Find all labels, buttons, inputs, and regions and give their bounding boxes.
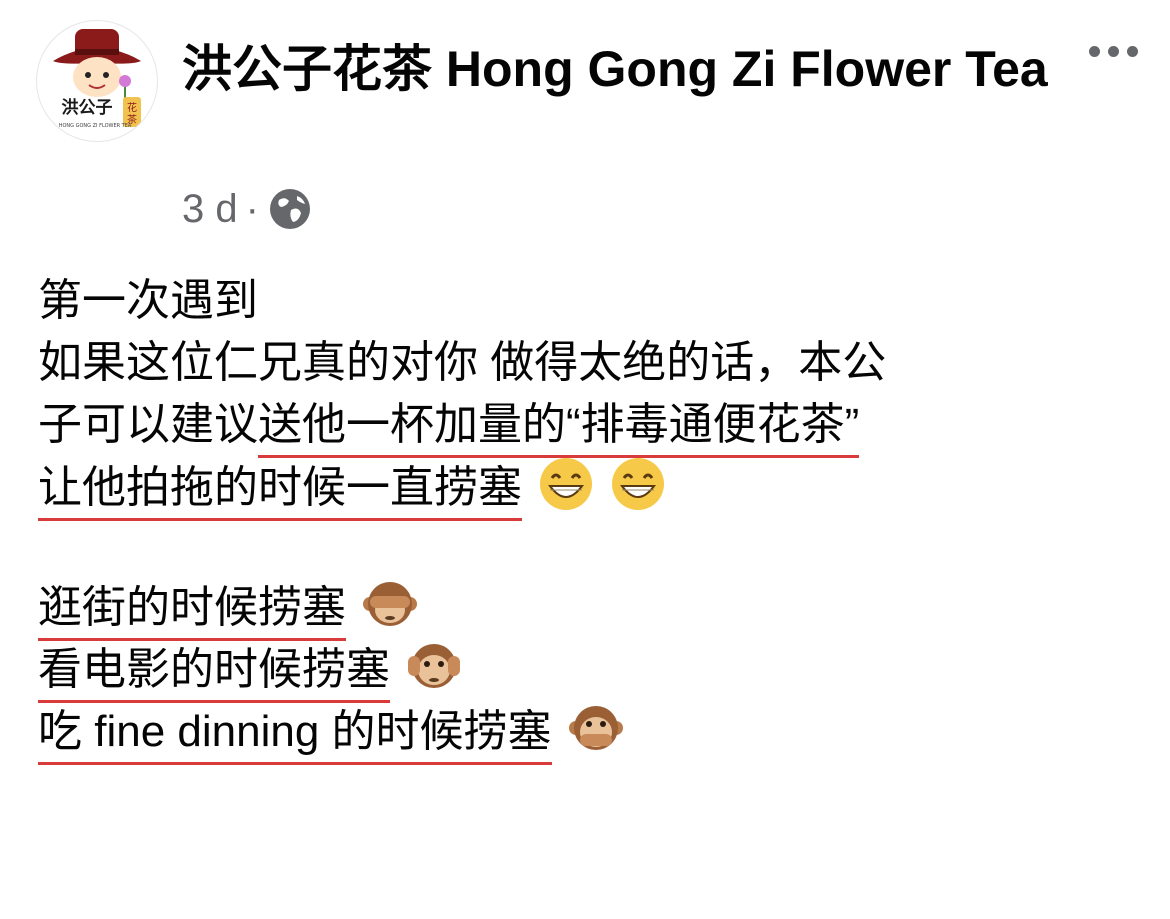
svg-text:洪公子: 洪公子	[62, 97, 113, 118]
more-options-dot	[1126, 45, 1138, 57]
more-options-icon	[1088, 45, 1100, 57]
post-timestamp[interactable]: 3 d	[182, 187, 238, 232]
meta-separator: ·	[245, 186, 259, 231]
post-line: 吃 fine dinning 的时候捞塞	[38, 700, 1138, 765]
post-line: 让他拍拖的时候一直捞塞	[38, 456, 1138, 521]
post-body: 第一次遇到 如果这位仁兄真的对你 做得太绝的话，本公 子可以建议送他一杯加量的“…	[38, 270, 1138, 765]
grinning-face-emoji	[612, 458, 665, 510]
page-name-link[interactable]: 洪公子花茶 Hong Gong Zi Flower Tea	[182, 30, 1052, 108]
svg-text:HONG GONG ZI FLOWER TEA: HONG GONG ZI FLOWER TEA	[59, 123, 132, 129]
hear-no-evil-monkey-emoji	[408, 644, 461, 688]
page-avatar[interactable]: 洪公子 花 茶 HONG GONG ZI FLOWER TEA	[36, 20, 158, 142]
globe-icon[interactable]	[267, 186, 313, 232]
post-text: 如果这位仁兄真的对你 做得太绝的话，本公	[38, 338, 887, 387]
post-meta: 3 d ·	[182, 186, 313, 232]
svg-text:花: 花	[127, 101, 137, 114]
post-line: 如果这位仁兄真的对你 做得太绝的话，本公	[38, 332, 1138, 394]
underlined-text: 吃 fine dinning 的时候捞塞	[38, 707, 552, 765]
underlined-text: 送他一杯加量的“排毒通便花茶”	[258, 400, 860, 458]
underlined-text: 逛街的时候捞塞	[38, 583, 346, 641]
see-no-evil-monkey-emoji	[363, 582, 418, 626]
post-text: 第一次遇到	[38, 276, 258, 325]
underlined-text: 看电影的时候捞塞	[38, 645, 390, 703]
underlined-text: 让他拍拖的时候一直捞塞	[38, 463, 522, 521]
post-line: 逛街的时候捞塞	[38, 576, 1138, 641]
post-line: 子可以建议送他一杯加量的“排毒通便花茶”	[38, 394, 1138, 458]
more-options-dot	[1107, 45, 1119, 57]
facebook-post: 洪公子 花 茶 HONG GONG ZI FLOWER TEA 洪公子花茶 Ho…	[0, 0, 1170, 919]
post-text: 子可以建议	[38, 400, 258, 449]
grinning-face-emoji	[540, 458, 593, 510]
brand-logo-icon: 洪公子 花 茶 HONG GONG ZI FLOWER TEA	[53, 29, 141, 129]
speak-no-evil-monkey-emoji	[568, 706, 623, 750]
post-line: 看电影的时候捞塞	[38, 638, 1138, 703]
post-line: 第一次遇到	[38, 270, 1138, 332]
more-options-button[interactable]	[1080, 36, 1146, 66]
